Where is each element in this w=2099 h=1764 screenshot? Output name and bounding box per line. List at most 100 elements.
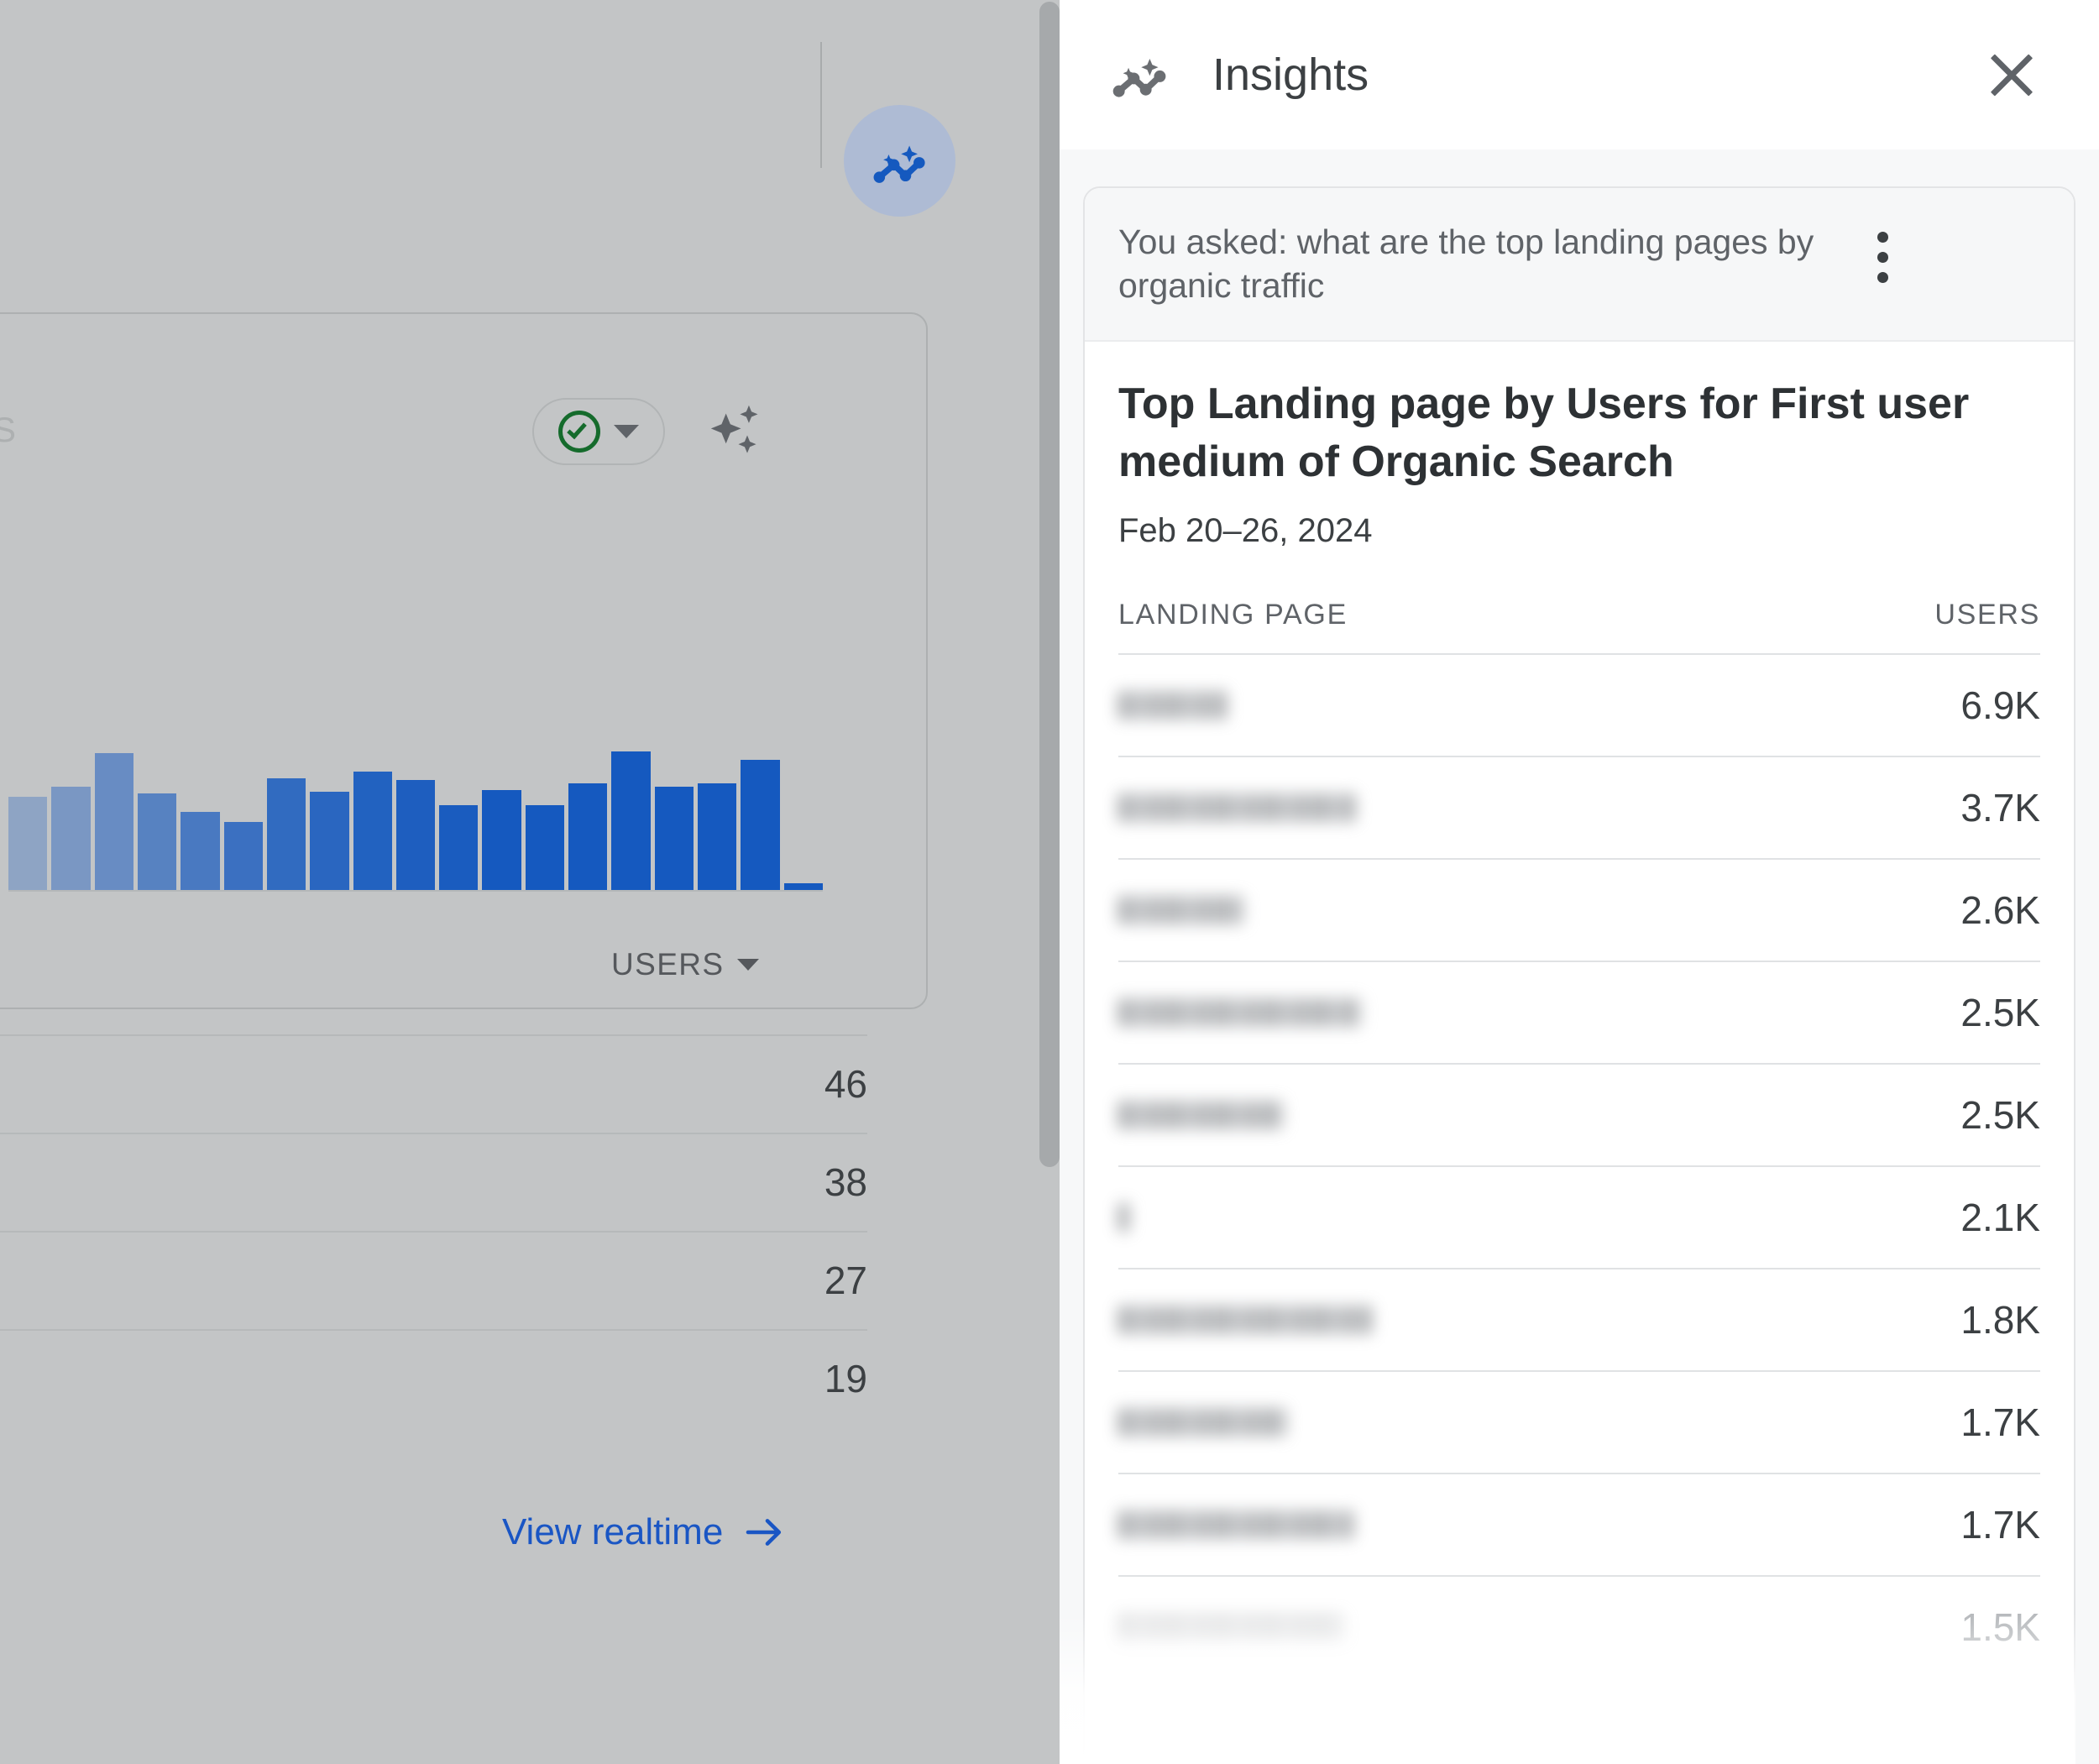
chart-bar [223,821,263,890]
chart-bar [525,804,565,890]
bar-chart-axis [8,890,823,892]
chart-bar [654,786,694,890]
insight-date-range: Feb 20–26, 2024 [1118,512,1373,550]
table-row[interactable]: 1.5K [1118,1575,2040,1678]
landing-page-redacted [1118,998,1362,1028]
chart-bar [482,789,521,890]
chevron-down-icon [737,959,760,971]
chevron-down-icon [614,425,639,438]
toolbar-divider [820,42,822,168]
insights-panel-body: You asked: what are the top landing page… [1060,149,2099,1764]
panel-right-gutter [2075,149,2099,1764]
kebab-dot [1877,232,1888,243]
page-scrollbar-thumb[interactable] [1039,2,1060,1167]
table-row[interactable]: 2.5K [1118,961,2040,1063]
insights-sparkline-icon [1112,59,1166,97]
landing-page-redacted [1118,1203,1130,1233]
table-row[interactable]: 2.6K [1118,858,2040,961]
metric-row: 19 [0,1329,867,1427]
asked-question-text: You asked: what are the top landing page… [1118,222,1814,306]
metric-row: 27 [0,1231,867,1329]
metric-row: 46 [0,1034,867,1133]
users-value: 2.6K [1960,888,2040,933]
landing-page-redacted [1118,1306,1372,1335]
chart-bar [395,779,436,890]
arrow-right-icon [746,1519,782,1546]
chart-bar [611,751,651,890]
table-row[interactable]: 6.9K [1118,653,2040,756]
active-users-bar-chart [8,751,823,890]
landing-page-redacted [1118,793,1356,823]
insight-table: LANDING PAGE USERS 6.9K 3.7K 2.6K 2.5K 2.5K 2… [1118,599,2040,1678]
table-row[interactable]: 1.7K [1118,1473,2040,1575]
chart-bar [51,786,91,890]
landing-page-redacted [1118,1408,1286,1437]
chart-bar [568,783,608,890]
users-sort-label: USERS [611,947,725,981]
chart-bar [783,883,823,890]
insight-card-main: Top Landing page by Users for First user… [1085,342,2074,1678]
column-header-users: USERS [1934,599,2040,631]
chart-bar [8,796,48,890]
realtime-card [0,312,928,1009]
landing-page-redacted [1118,691,1227,720]
table-row[interactable]: 1.7K [1118,1370,2040,1473]
chart-bar [266,777,306,890]
metric-value: 19 [824,1357,867,1400]
landing-page-redacted [1118,1510,1353,1540]
landing-page-redacted [1118,896,1244,925]
insights-panel-header: Insights [1060,0,2099,149]
users-value: 1.8K [1960,1298,2040,1343]
kebab-dot [1877,272,1888,283]
insights-panel: Insights You asked: what are the top lan… [1060,0,2099,1764]
asked-question-bar: You asked: what are the top landing page… [1085,188,2074,342]
table-row[interactable]: 2.5K [1118,1063,2040,1165]
table-row[interactable]: 1.8K [1118,1268,2040,1370]
insight-table-body: 6.9K 3.7K 2.6K 2.5K 2.5K 2.1K 1.8K 1.7K 1.7K 1.5K [1118,653,2040,1678]
chart-bar [94,753,133,890]
close-icon[interactable] [1980,43,2044,107]
landing-page-redacted [1118,1613,1345,1642]
more-options-icon[interactable] [1857,220,1908,283]
chart-bar [353,771,392,890]
report-pane-dimmed: ES USERS 4638271 [0,0,1060,1764]
metric-value: 27 [824,1259,867,1302]
insights-fab-button[interactable] [844,105,955,217]
metric-value: 38 [824,1160,867,1204]
chart-bar [137,793,177,890]
table-row[interactable]: 3.7K [1118,756,2040,858]
insights-sparkline-icon [873,145,925,183]
chart-bar [741,759,780,890]
realtime-card-toolbar [532,398,769,465]
users-sort-control[interactable]: USERS [611,947,760,982]
users-value: 2.1K [1960,1196,2040,1240]
data-status-pill[interactable] [532,398,665,465]
users-value: 3.7K [1960,786,2040,830]
table-row[interactable]: 2.1K [1118,1165,2040,1268]
column-header-landing-page: LANDING PAGE [1118,599,1348,631]
insight-title: Top Landing page by Users for First user… [1118,379,1970,486]
insight-result-card: You asked: what are the top landing page… [1083,186,2075,1764]
chart-bar [181,811,220,890]
kebab-dot [1877,252,1888,263]
users-value: 2.5K [1960,991,2040,1035]
users-value: 1.7K [1960,1503,2040,1547]
users-value: 1.7K [1960,1400,2040,1445]
insight-table-header: LANDING PAGE USERS [1118,599,2040,653]
check-circle-icon [558,411,600,453]
chart-bar [439,804,479,890]
metric-row: 38 [0,1133,867,1231]
page-title: Insights [1212,50,1369,100]
metric-value: 46 [824,1062,867,1106]
sparkles-icon[interactable] [704,399,769,464]
metric-row-list: 46 38 27 19 [0,1034,867,1427]
landing-page-redacted [1118,1101,1283,1130]
view-realtime-link[interactable]: View realtime [502,1511,785,1553]
users-value: 6.9K [1960,683,2040,728]
chart-bar [310,791,349,890]
view-realtime-label: View realtime [502,1511,724,1552]
screen-root: ES USERS 4638271 [0,0,2099,1764]
chart-bar [698,783,737,890]
users-value: 2.5K [1960,1093,2040,1138]
users-value: 1.5K [1960,1605,2040,1650]
